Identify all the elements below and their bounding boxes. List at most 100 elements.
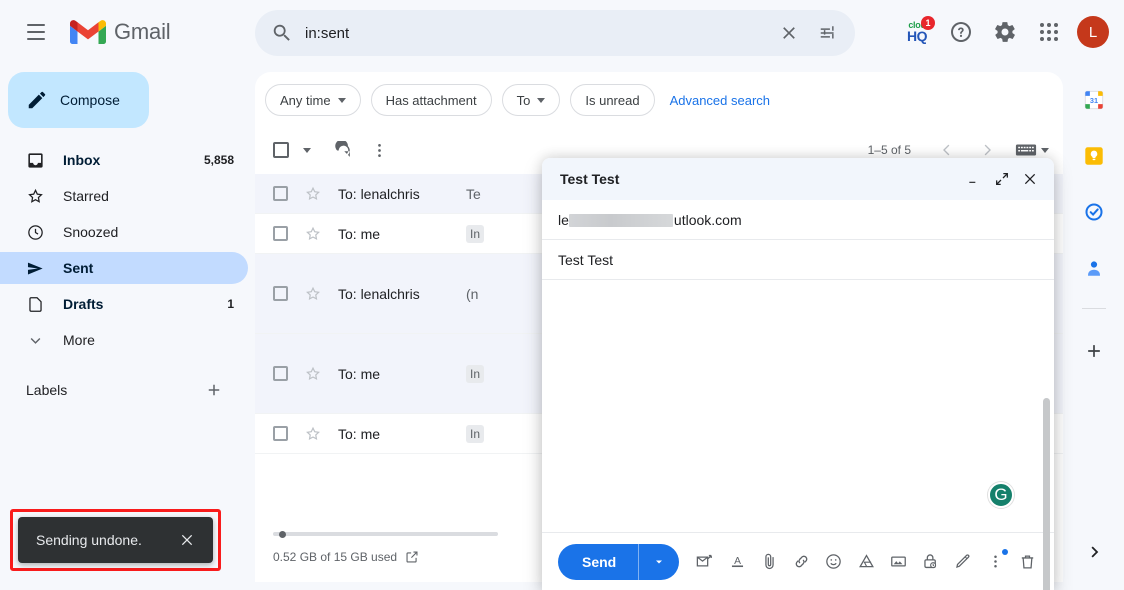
input-tools-button[interactable] bbox=[1009, 142, 1055, 158]
chevron-down-icon bbox=[303, 147, 311, 153]
grammarly-icon[interactable]: G bbox=[988, 482, 1014, 508]
send-options-button[interactable] bbox=[639, 556, 679, 568]
star-icon[interactable] bbox=[304, 225, 322, 243]
delete-draft-icon bbox=[1021, 555, 1034, 569]
filter-chip-to[interactable]: To bbox=[501, 84, 561, 116]
sidebar-nav: Inbox 5,858 Starred Snoozed Sent Drafts … bbox=[0, 144, 248, 356]
sidebar-item-count: 1 bbox=[227, 297, 234, 311]
sidebar-item-starred[interactable]: Starred bbox=[0, 180, 248, 212]
sidebar-item-inbox[interactable]: Inbox 5,858 bbox=[0, 144, 248, 176]
cloudhq-button[interactable]: clou HQ 1 bbox=[896, 11, 938, 53]
formatting-options-button[interactable]: A bbox=[722, 545, 751, 579]
external-link-icon[interactable] bbox=[405, 550, 419, 564]
help-button[interactable] bbox=[940, 11, 982, 53]
compose-minimize-button[interactable] bbox=[960, 165, 988, 193]
insert-emoji-button[interactable] bbox=[819, 545, 848, 579]
compose-subject-field[interactable]: Test Test bbox=[542, 240, 1054, 280]
row-checkbox[interactable] bbox=[273, 426, 288, 441]
row-checkbox[interactable] bbox=[273, 186, 288, 201]
insert-signature-button[interactable] bbox=[948, 545, 977, 579]
sidebar-item-drafts[interactable]: Drafts 1 bbox=[0, 288, 248, 320]
google-contacts-button[interactable] bbox=[1074, 248, 1114, 288]
toast-close-button[interactable] bbox=[175, 528, 199, 552]
google-keep-button[interactable] bbox=[1074, 136, 1114, 176]
compose-recipient-field[interactable]: le utlook.com bbox=[542, 200, 1054, 240]
account-button[interactable]: L bbox=[1072, 11, 1114, 53]
cloudhq-line2: HQ bbox=[907, 28, 928, 44]
star-icon[interactable] bbox=[304, 185, 322, 203]
compose-title: Test Test bbox=[560, 171, 620, 187]
select-all-checkbox[interactable] bbox=[273, 142, 289, 158]
google-apps-button[interactable] bbox=[1028, 11, 1070, 53]
add-label-button[interactable] bbox=[200, 376, 228, 404]
insert-drive-button[interactable] bbox=[851, 545, 880, 579]
search-input[interactable] bbox=[305, 10, 769, 56]
compose-close-button[interactable] bbox=[1016, 165, 1044, 193]
discard-draft-button[interactable] bbox=[1013, 545, 1042, 579]
pencil-icon bbox=[28, 91, 46, 109]
undo-toast: Sending undone. bbox=[18, 517, 213, 563]
search-bar[interactable] bbox=[255, 10, 855, 56]
insert-link-button[interactable] bbox=[787, 545, 816, 579]
star-icon[interactable] bbox=[304, 365, 322, 383]
advanced-search-link[interactable]: Advanced search bbox=[670, 93, 770, 108]
chevron-left-icon bbox=[943, 144, 950, 156]
row-recipient: To: lenalchris bbox=[338, 185, 420, 202]
star-icon[interactable] bbox=[304, 285, 322, 303]
sidebar-item-count: 5,858 bbox=[203, 153, 234, 167]
compose-scrollbar-thumb[interactable] bbox=[1043, 398, 1050, 590]
refresh-button[interactable] bbox=[325, 132, 361, 168]
more-options-button[interactable] bbox=[361, 132, 397, 168]
sidebar-item-more[interactable]: More bbox=[0, 324, 248, 356]
google-tasks-button[interactable] bbox=[1074, 192, 1114, 232]
filter-chip-is-unread[interactable]: Is unread bbox=[570, 84, 655, 116]
search-options-button[interactable] bbox=[809, 13, 849, 53]
sidebar-item-label: Snoozed bbox=[63, 224, 119, 240]
brand[interactable]: Gmail bbox=[70, 18, 171, 46]
hamburger-menu-icon[interactable] bbox=[16, 12, 56, 52]
more-vertical-icon bbox=[377, 143, 381, 157]
row-checkbox[interactable] bbox=[273, 366, 288, 381]
sidebar-item-snoozed[interactable]: Snoozed bbox=[0, 216, 248, 248]
apps-grid-icon bbox=[1040, 23, 1058, 41]
schedule-send-button[interactable] bbox=[690, 545, 719, 579]
search-icon bbox=[273, 24, 290, 41]
search-clear-button[interactable] bbox=[769, 13, 809, 53]
star-icon[interactable] bbox=[304, 425, 322, 443]
send-button[interactable]: Send bbox=[558, 543, 680, 580]
row-recipient: To: me bbox=[338, 425, 381, 442]
plus-icon bbox=[208, 384, 220, 396]
confidential-mode-button[interactable] bbox=[916, 545, 945, 579]
google-calendar-button[interactable]: 31 bbox=[1074, 80, 1114, 120]
row-checkbox[interactable] bbox=[273, 286, 288, 301]
compose-button[interactable]: Compose bbox=[8, 72, 149, 128]
chevron-down-icon bbox=[30, 337, 41, 344]
refresh-icon bbox=[334, 140, 350, 157]
row-label-pill: In bbox=[466, 224, 485, 243]
select-all-dropdown-button[interactable] bbox=[289, 132, 325, 168]
settings-button[interactable] bbox=[984, 11, 1026, 53]
row-label-pill: In bbox=[466, 364, 485, 383]
expand-side-panel-button[interactable] bbox=[1074, 532, 1114, 572]
insert-drive-icon bbox=[858, 554, 874, 568]
compose-more-options-button[interactable] bbox=[980, 545, 1009, 579]
chevron-down-icon bbox=[337, 97, 346, 103]
filter-chip-has-attachment[interactable]: Has attachment bbox=[370, 84, 492, 116]
attach-file-button[interactable] bbox=[755, 545, 784, 579]
insert-photo-button[interactable] bbox=[884, 545, 913, 579]
minimize-icon bbox=[969, 181, 976, 183]
filter-chip-label: To bbox=[516, 92, 531, 108]
row-recipient: To: me bbox=[338, 225, 381, 242]
formatting-options-icon: A bbox=[731, 556, 743, 568]
sidebar-item-sent[interactable]: Sent bbox=[0, 252, 248, 284]
compose-body[interactable]: G bbox=[542, 280, 1054, 590]
filter-chip-any-time[interactable]: Any time bbox=[265, 84, 361, 116]
row-checkbox[interactable] bbox=[273, 226, 288, 241]
compose-header[interactable]: Test Test bbox=[542, 158, 1054, 200]
compose-expand-button[interactable] bbox=[988, 165, 1016, 193]
chevron-down-icon bbox=[537, 97, 546, 103]
filter-chip-label: Any time bbox=[280, 92, 331, 108]
filter-chip-label: Has attachment bbox=[385, 92, 477, 108]
clock-icon bbox=[28, 224, 43, 240]
add-app-button[interactable] bbox=[1074, 331, 1114, 371]
